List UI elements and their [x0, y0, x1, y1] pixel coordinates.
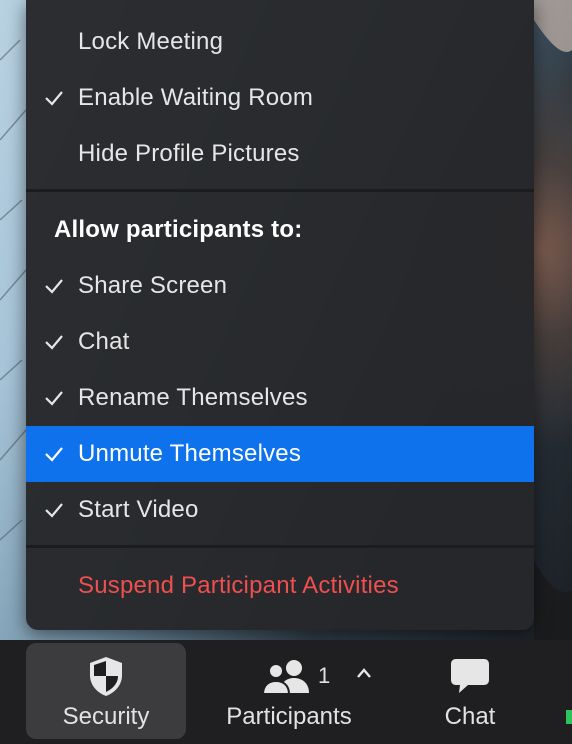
menu-item-enable-waiting-room[interactable]: Enable Waiting Room	[26, 70, 534, 126]
menu-item-share-screen[interactable]: Share Screen	[26, 258, 534, 314]
participants-label: Participants	[226, 703, 352, 730]
menu-item-label: Chat	[78, 328, 130, 355]
menu-item-suspend-participant-activities[interactable]: Suspend Participant Activities	[26, 558, 534, 614]
menu-item-label: Lock Meeting	[78, 28, 224, 55]
checkmark-icon	[45, 279, 63, 294]
chat-bubble-icon	[451, 659, 489, 693]
checkmark-icon	[45, 335, 63, 350]
chat-label: Chat	[444, 703, 496, 730]
menu-item-label: Suspend Participant Activities	[78, 572, 399, 599]
checkmark-icon	[45, 447, 63, 462]
allow-participants-header: Allow participants to:	[26, 202, 534, 258]
green-indicator	[566, 710, 572, 724]
menu-item-label: Rename Themselves	[78, 384, 308, 411]
checkmark-icon	[45, 391, 63, 406]
menu-item-chat[interactable]: Chat	[26, 314, 534, 370]
chat-button[interactable]: Chat	[420, 643, 520, 739]
chevron-up-icon[interactable]	[356, 667, 372, 679]
menu-item-label: Start Video	[78, 496, 199, 523]
menu-divider	[26, 189, 534, 192]
checkmark-icon	[45, 503, 63, 518]
section-header-label: Allow participants to:	[54, 216, 303, 243]
menu-item-start-video[interactable]: Start Video	[26, 482, 534, 538]
menu-item-label: Hide Profile Pictures	[78, 140, 300, 167]
menu-item-label: Unmute Themselves	[78, 440, 302, 467]
shield-icon	[90, 657, 122, 696]
menu-item-label: Enable Waiting Room	[78, 84, 314, 111]
meeting-toolbar: Security 1 Participants Chat	[0, 640, 572, 744]
participants-button[interactable]: 1 Participants	[206, 643, 372, 739]
security-button[interactable]: Security	[26, 643, 186, 739]
participants-icon	[262, 660, 309, 695]
menu-item-hide-profile-pictures[interactable]: Hide Profile Pictures	[26, 126, 534, 182]
security-label: Security	[62, 703, 150, 730]
participants-count: 1	[318, 663, 331, 688]
menu-item-unmute-themselves[interactable]: Unmute Themselves	[26, 426, 534, 482]
checkmark-icon	[45, 91, 63, 106]
security-menu: Lock Meeting Enable Waiting Room Hide Pr…	[26, 0, 534, 630]
menu-item-lock-meeting[interactable]: Lock Meeting	[26, 14, 534, 70]
menu-item-rename-themselves[interactable]: Rename Themselves	[26, 370, 534, 426]
menu-item-label: Share Screen	[78, 272, 228, 299]
menu-divider	[26, 545, 534, 548]
